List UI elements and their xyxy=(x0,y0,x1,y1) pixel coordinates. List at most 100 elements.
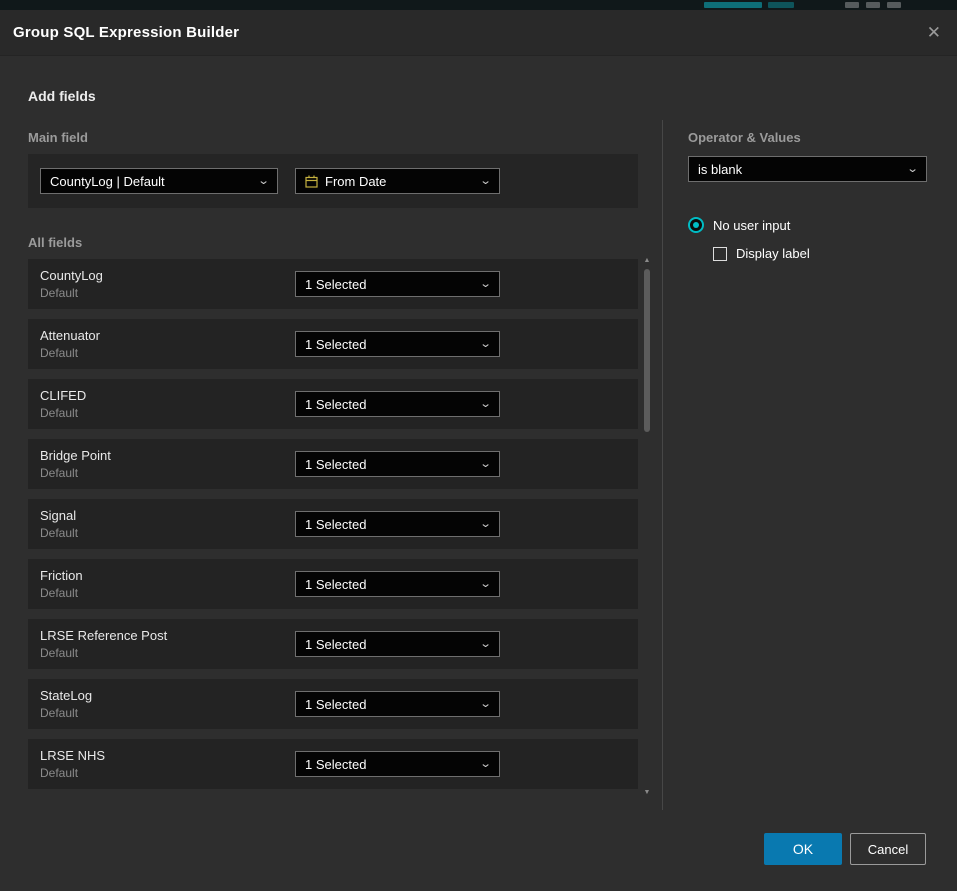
chevron-down-icon: ⌄ xyxy=(257,176,269,187)
field-row: LRSE Reference Post Default 1 Selected ⌄ xyxy=(28,619,638,669)
field-row: Attenuator Default 1 Selected ⌄ xyxy=(28,319,638,369)
selected-count: 1 Selected xyxy=(305,577,366,592)
chevron-down-icon: ⌄ xyxy=(479,519,491,530)
field-selected-dropdown[interactable]: 1 Selected ⌄ xyxy=(295,391,500,417)
selected-count: 1 Selected xyxy=(305,337,366,352)
field-selected-dropdown[interactable]: 1 Selected ⌄ xyxy=(295,631,500,657)
field-info: Attenuator Default xyxy=(40,328,295,360)
field-subtitle: Default xyxy=(40,406,295,420)
scrollbar-thumb[interactable] xyxy=(644,269,650,432)
chevron-down-icon: ⌄ xyxy=(479,759,491,770)
field-subtitle: Default xyxy=(40,706,295,720)
field-row: Bridge Point Default 1 Selected ⌄ xyxy=(28,439,638,489)
field-name: LRSE Reference Post xyxy=(40,628,295,643)
field-row: StateLog Default 1 Selected ⌄ xyxy=(28,679,638,729)
operator-values-label: Operator & Values xyxy=(688,130,927,145)
main-field-source-dropdown[interactable]: CountyLog | Default ⌄ xyxy=(40,168,278,194)
field-info: Friction Default xyxy=(40,568,295,600)
main-field-panel: CountyLog | Default ⌄ From Date ⌄ xyxy=(28,154,638,208)
field-info: Signal Default xyxy=(40,508,295,540)
field-name: Bridge Point xyxy=(40,448,295,463)
add-fields-heading: Add fields xyxy=(28,88,96,104)
field-selected-dropdown[interactable]: 1 Selected ⌄ xyxy=(295,511,500,537)
dialog-title: Group SQL Expression Builder xyxy=(13,24,239,41)
field-subtitle: Default xyxy=(40,346,295,360)
no-user-input-label: No user input xyxy=(713,218,790,233)
main-field-date-dropdown[interactable]: From Date ⌄ xyxy=(295,168,500,194)
scrollbar[interactable]: ▲ ▼ xyxy=(641,257,653,797)
field-selected-dropdown[interactable]: 1 Selected ⌄ xyxy=(295,571,500,597)
field-row: Signal Default 1 Selected ⌄ xyxy=(28,499,638,549)
field-row: CLIFED Default 1 Selected ⌄ xyxy=(28,379,638,429)
operator-dropdown[interactable]: is blank ⌄ xyxy=(688,156,927,182)
checkbox-unchecked-icon xyxy=(713,247,727,261)
fields-column: Main field CountyLog | Default ⌄ xyxy=(28,130,638,799)
field-subtitle: Default xyxy=(40,466,295,480)
background-app-fragment xyxy=(866,2,880,8)
chevron-down-icon: ⌄ xyxy=(479,639,491,650)
field-row: CountyLog Default 1 Selected ⌄ xyxy=(28,259,638,309)
field-info: StateLog Default xyxy=(40,688,295,720)
field-row: Friction Default 1 Selected ⌄ xyxy=(28,559,638,609)
chevron-down-icon: ⌄ xyxy=(906,164,918,175)
calendar-icon xyxy=(305,175,318,188)
field-name: StateLog xyxy=(40,688,295,703)
background-app-fragment xyxy=(704,2,762,8)
field-subtitle: Default xyxy=(40,646,295,660)
all-fields-label: All fields xyxy=(28,235,638,250)
dialog-body: Add fields Main field CountyLog | Defaul… xyxy=(0,56,957,890)
main-field-date-value: From Date xyxy=(325,174,386,189)
background-app-fragment xyxy=(845,2,859,8)
selected-count: 1 Selected xyxy=(305,457,366,472)
field-subtitle: Default xyxy=(40,526,295,540)
display-label-text: Display label xyxy=(736,246,810,261)
field-name: LRSE NHS xyxy=(40,748,295,763)
all-fields-list-wrap: CountyLog Default 1 Selected ⌄ Attenuato… xyxy=(28,259,638,789)
field-name: Friction xyxy=(40,568,295,583)
field-subtitle: Default xyxy=(40,586,295,600)
selected-count: 1 Selected xyxy=(305,637,366,652)
field-info: LRSE NHS Default xyxy=(40,748,295,780)
background-app-fragment xyxy=(768,2,794,8)
selected-count: 1 Selected xyxy=(305,517,366,532)
chevron-down-icon: ⌄ xyxy=(479,279,491,290)
field-row: LRSE NHS Default 1 Selected ⌄ xyxy=(28,739,638,789)
operator-values-panel: Operator & Values is blank ⌄ No user inp… xyxy=(688,130,927,261)
ok-button[interactable]: OK xyxy=(764,833,842,865)
dialog-footer: OK Cancel xyxy=(764,833,926,865)
field-info: LRSE Reference Post Default xyxy=(40,628,295,660)
field-subtitle: Default xyxy=(40,766,295,780)
field-name: Attenuator xyxy=(40,328,295,343)
field-selected-dropdown[interactable]: 1 Selected ⌄ xyxy=(295,691,500,717)
chevron-down-icon: ⌄ xyxy=(479,579,491,590)
selected-count: 1 Selected xyxy=(305,757,366,772)
field-selected-dropdown[interactable]: 1 Selected ⌄ xyxy=(295,271,500,297)
radio-selected-icon xyxy=(688,217,704,233)
all-fields-list: CountyLog Default 1 Selected ⌄ Attenuato… xyxy=(28,259,638,789)
display-label-checkbox[interactable]: Display label xyxy=(713,246,927,261)
field-selected-dropdown[interactable]: 1 Selected ⌄ xyxy=(295,751,500,777)
scroll-down-icon[interactable]: ▼ xyxy=(641,789,653,797)
vertical-divider xyxy=(662,120,663,810)
field-name: CLIFED xyxy=(40,388,295,403)
selected-count: 1 Selected xyxy=(305,697,366,712)
background-app-fragment xyxy=(887,2,901,8)
field-info: CLIFED Default xyxy=(40,388,295,420)
field-name: Signal xyxy=(40,508,295,523)
main-field-source-value: CountyLog | Default xyxy=(50,174,165,189)
field-selected-dropdown[interactable]: 1 Selected ⌄ xyxy=(295,331,500,357)
chevron-down-icon: ⌄ xyxy=(479,339,491,350)
scroll-up-icon[interactable]: ▲ xyxy=(641,257,653,265)
field-subtitle: Default xyxy=(40,286,295,300)
close-icon[interactable]: ✕ xyxy=(927,24,941,41)
no-user-input-radio[interactable]: No user input xyxy=(688,217,927,233)
selected-count: 1 Selected xyxy=(305,397,366,412)
field-info: CountyLog Default xyxy=(40,268,295,300)
cancel-button[interactable]: Cancel xyxy=(850,833,926,865)
field-info: Bridge Point Default xyxy=(40,448,295,480)
chevron-down-icon: ⌄ xyxy=(479,176,491,187)
dialog-header: Group SQL Expression Builder ✕ xyxy=(0,10,957,56)
field-selected-dropdown[interactable]: 1 Selected ⌄ xyxy=(295,451,500,477)
chevron-down-icon: ⌄ xyxy=(479,459,491,470)
background-app-strip xyxy=(0,0,957,10)
